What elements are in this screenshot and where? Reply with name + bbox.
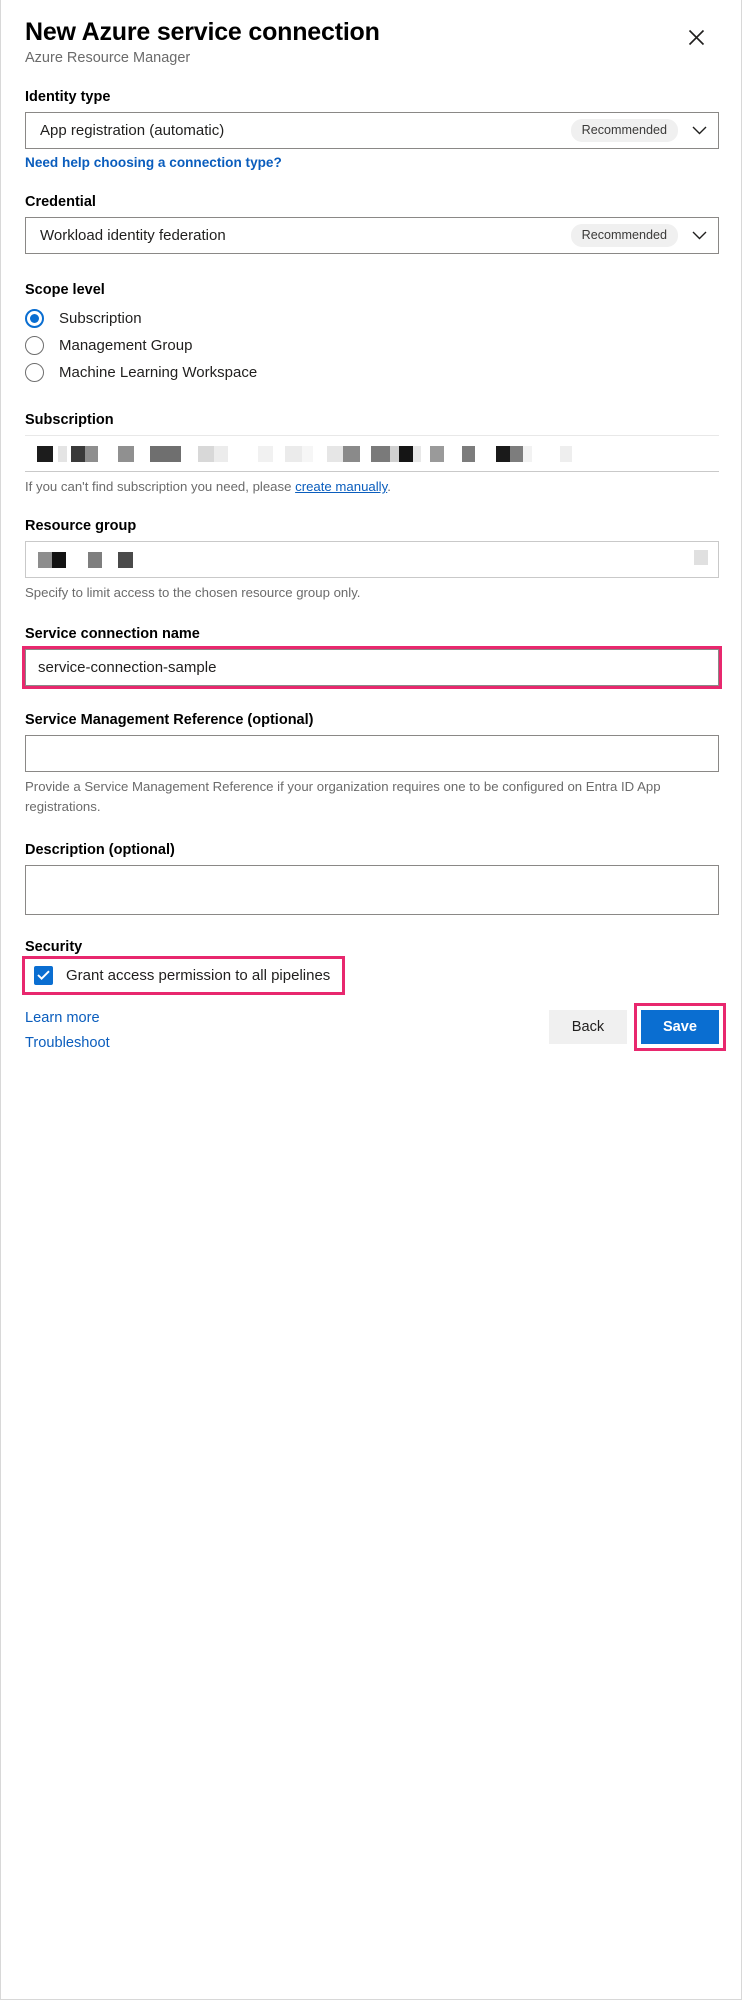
subscription-helper-suffix: . (387, 479, 391, 495)
save-button[interactable]: Save (634, 1002, 726, 1051)
grant-access-checkbox-row[interactable]: Grant access permission to all pipelines (25, 959, 342, 992)
service-connection-name-field: Service connection name service-connecti… (22, 626, 722, 690)
chevron-down-icon (688, 231, 710, 240)
service-management-reference-input[interactable] (25, 735, 719, 773)
troubleshoot-link[interactable]: Troubleshoot (25, 1033, 110, 1055)
scope-level-field: Scope level Subscription Management Grou… (25, 282, 719, 386)
credential-field: Credential Workload identity federation … (25, 194, 719, 255)
identity-type-dropdown[interactable]: App registration (automatic) Recommended (25, 112, 719, 150)
subscription-field: Subscription If you can't find subscript… (25, 412, 719, 496)
service-management-reference-helper-text: Provide a Service Management Reference i… (25, 779, 661, 814)
grant-access-highlight: Grant access permission to all pipelines (21, 955, 346, 995)
radio-icon (25, 336, 44, 356)
new-service-connection-dialog: New Azure service connection Azure Resou… (0, 0, 742, 2000)
scope-level-option-subscription[interactable]: Subscription (25, 305, 719, 332)
identity-type-field: Identity type App registration (automati… (25, 89, 719, 172)
learn-more-link[interactable]: Learn more (25, 1008, 110, 1030)
connection-type-help-link[interactable]: Need help choosing a connection type? (25, 155, 282, 170)
security-label: Security (25, 938, 83, 955)
back-button[interactable]: Back (549, 1009, 627, 1044)
radio-icon (25, 363, 44, 383)
checkbox-checked-icon (34, 965, 53, 985)
resource-group-label: Resource group (25, 518, 137, 535)
service-connection-name-input[interactable]: service-connection-sample (22, 646, 722, 690)
credential-recommended-badge: Recommended (570, 224, 678, 248)
footer-links: Learn more Troubleshoot (25, 1008, 110, 1055)
scope-level-option-management-group[interactable]: Management Group (25, 332, 719, 359)
redacted-value (37, 445, 572, 462)
security-field: Security Grant access permission to all … (21, 938, 719, 995)
subscription-helper-text: If you can't find subscription you need,… (25, 477, 719, 496)
grant-access-checkbox-label: Grant access permission to all pipelines (66, 966, 331, 984)
credential-value: Workload identity federation (40, 227, 226, 245)
dialog-footer: Learn more Troubleshoot Back Save (25, 1002, 726, 1055)
redacted-value (38, 551, 133, 568)
dialog-header-text: New Azure service connection Azure Resou… (25, 18, 380, 67)
resource-group-field: Resource group Specify to limit access t… (25, 518, 719, 602)
description-label: Description (optional) (25, 841, 175, 858)
scope-level-option-label: Machine Learning Workspace (59, 364, 258, 382)
dialog-header: New Azure service connection Azure Resou… (25, 18, 719, 67)
identity-type-recommended-badge: Recommended (570, 119, 678, 143)
credential-dropdown[interactable]: Workload identity federation Recommended (25, 217, 719, 255)
chevron-down-icon (688, 126, 710, 135)
scope-level-option-machine-learning-workspace[interactable]: Machine Learning Workspace (25, 359, 719, 386)
identity-type-label: Identity type (25, 89, 111, 106)
close-button[interactable] (681, 22, 711, 52)
identity-type-value: App registration (automatic) (40, 122, 225, 140)
service-connection-name-value: service-connection-sample (38, 659, 217, 677)
description-field: Description (optional) (25, 842, 719, 915)
subscription-helper-prefix: If you can't find subscription you need,… (25, 479, 296, 495)
service-management-reference-label: Service Management Reference (optional) (25, 712, 314, 729)
scope-level-option-label: Management Group (59, 337, 193, 355)
scope-level-radio-group: Subscription Management Group Machine Le… (25, 305, 719, 386)
service-management-reference-field: Service Management Reference (optional) … (25, 712, 719, 815)
subscription-combobox[interactable] (25, 435, 719, 473)
description-input[interactable] (25, 864, 719, 915)
dialog-subtitle: Azure Resource Manager (25, 49, 191, 66)
footer-buttons: Back Save (549, 1002, 726, 1051)
scope-level-option-label: Subscription (59, 310, 142, 328)
credential-label: Credential (25, 194, 96, 211)
redacted-caret (694, 549, 708, 570)
service-connection-name-label: Service connection name (25, 626, 200, 643)
scope-level-label: Scope level (25, 282, 105, 299)
resource-group-combobox[interactable] (25, 541, 719, 579)
radio-icon (25, 309, 44, 329)
subscription-label: Subscription (25, 412, 114, 429)
page-title: New Azure service connection (25, 18, 380, 46)
resource-group-helper-text: Specify to limit access to the chosen re… (25, 585, 361, 601)
close-icon (688, 29, 704, 45)
create-manually-link[interactable]: create manually (295, 479, 387, 494)
